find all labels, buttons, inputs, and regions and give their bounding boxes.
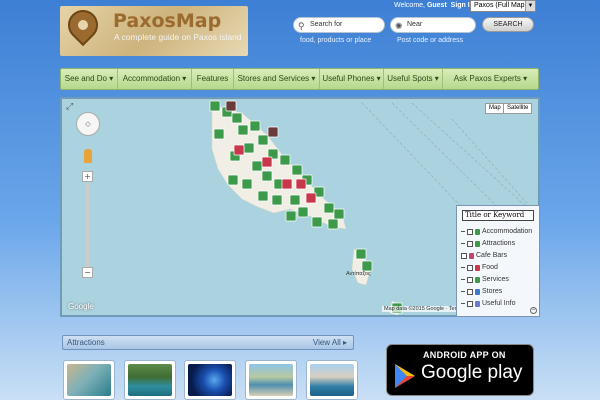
filter-item[interactable]: Stores — [461, 288, 502, 295]
checkbox[interactable] — [461, 252, 467, 259]
nav-stores-and-services[interactable]: Stores and Services ▾ — [234, 69, 320, 89]
cafe-bars-icon — [469, 252, 474, 259]
keyword-filter-input[interactable]: Title or Keyword — [462, 210, 534, 221]
nav-features[interactable]: Features — [192, 69, 234, 89]
attraction-thumbnail[interactable] — [306, 360, 358, 400]
checkbox[interactable] — [467, 228, 473, 235]
map-selector-value: Paxos (Full Map) — [474, 2, 527, 9]
filter-item[interactable]: Useful Info — [461, 300, 515, 307]
search-near-input[interactable]: ✺ Near — [390, 17, 476, 33]
map-selector[interactable]: Paxos (Full Map) ▼ — [470, 0, 536, 12]
attraction-thumbnail[interactable] — [124, 360, 176, 400]
search-for-hint: food, products or place — [300, 37, 372, 44]
attractions-title: Attractions — [67, 338, 105, 347]
nav-useful-spots[interactable]: Useful Spots ▾ — [384, 69, 443, 89]
map-attribution[interactable]: Map data ©2015 Google · Terms — [382, 306, 466, 312]
nav-see-and-do[interactable]: See and Do ▾ — [61, 69, 118, 89]
google-play-badge[interactable]: ANDROID APP ON Google play — [386, 344, 534, 396]
filter-item[interactable]: Attractions — [461, 240, 515, 247]
logo-title: PaxosMap — [113, 10, 222, 32]
zoom-slider[interactable] — [86, 183, 89, 271]
badge-line2: Google play — [421, 362, 523, 383]
accommodation-icon — [475, 228, 480, 235]
attractions-icon — [475, 240, 480, 247]
username: Guest — [426, 2, 447, 9]
nav-accommodation[interactable]: Accommodation ▾ — [118, 69, 192, 89]
stores-icon — [475, 288, 480, 295]
filter-item[interactable]: Food — [461, 264, 498, 271]
attraction-thumbnail[interactable] — [184, 360, 236, 400]
checkbox[interactable] — [467, 300, 473, 307]
search-for-placeholder: Search for — [310, 21, 343, 28]
services-icon — [475, 276, 480, 283]
collapse-icon[interactable]: − — [530, 307, 537, 314]
map-type-map[interactable]: Map — [485, 103, 505, 114]
zoom-out-button[interactable]: − — [82, 267, 93, 278]
checkbox[interactable] — [467, 264, 473, 271]
logo-subtitle: A complete guide on Paxos island — [114, 32, 242, 42]
useful-info-icon — [475, 300, 480, 307]
nav-useful-phones[interactable]: Useful Phones ▾ — [320, 69, 384, 89]
search-icon: ⚲ — [298, 21, 305, 31]
street-view-pegman-icon[interactable] — [84, 149, 92, 163]
checkbox[interactable] — [467, 276, 473, 283]
food-icon — [475, 264, 480, 271]
search-near-placeholder: Near — [407, 21, 423, 28]
chevron-down-icon: ▼ — [525, 1, 535, 11]
filter-item[interactable]: Cafe Bars — [461, 252, 507, 259]
zoom-in-button[interactable]: + — [82, 171, 93, 182]
nav-ask-paxos-experts[interactable]: Ask Paxos Experts ▾ — [443, 69, 538, 89]
welcome-text: Welcome — [394, 2, 424, 9]
compass-icon: ✺ — [395, 21, 403, 31]
attraction-thumbnail[interactable] — [63, 360, 115, 400]
map-type-satellite[interactable]: Satellite — [503, 103, 533, 114]
category-filter-panel: Title or Keyword Accommodation Attractio… — [456, 205, 540, 317]
attraction-thumbnail[interactable] — [245, 360, 297, 400]
search-for-input[interactable]: ⚲ Search for — [293, 17, 385, 33]
checkbox[interactable] — [467, 288, 473, 295]
attractions-header: Attractions View All ▸ — [62, 335, 354, 350]
badge-line1: ANDROID APP ON — [423, 350, 506, 360]
search-near-hint: Post code or address — [397, 37, 464, 44]
pan-control-icon[interactable]: ◇ — [76, 112, 100, 136]
fullscreen-icon[interactable]: ⤢ — [66, 102, 73, 112]
google-play-icon — [395, 364, 415, 388]
checkbox[interactable] — [467, 240, 473, 247]
search-button[interactable]: SEARCH — [482, 17, 534, 32]
google-logo: Google — [68, 302, 94, 311]
filter-item[interactable]: Accommodation — [461, 228, 532, 235]
antipaxos-label: Αντίπαξος — [346, 271, 371, 277]
user-bar: Welcome, Guest Sign In — [394, 2, 475, 9]
view-all-link[interactable]: View All ▸ — [313, 336, 347, 349]
main-nav: See and Do ▾ Accommodation ▾ Features St… — [60, 68, 539, 90]
filter-item[interactable]: Services — [461, 276, 509, 283]
